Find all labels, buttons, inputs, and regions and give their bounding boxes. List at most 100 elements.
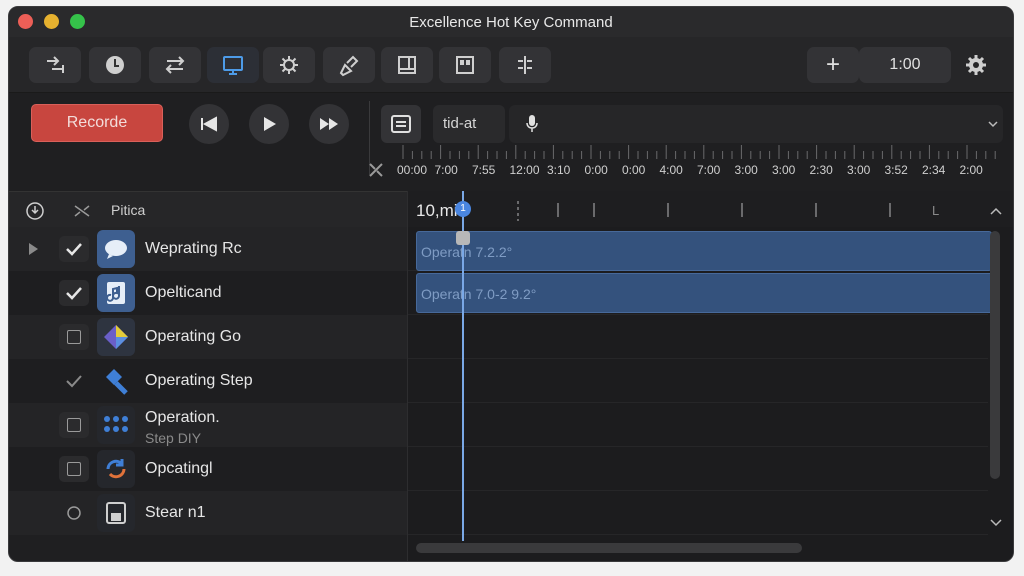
window-icon — [398, 56, 416, 74]
duration-field[interactable]: 1:00 — [859, 47, 951, 83]
track-thumbnail — [97, 494, 135, 532]
time-ruler: 00:00 7:00 7:55 12:00 3:10 0:00 0:00 4:00 7:00 3:… — [397, 163, 997, 179]
record-button[interactable]: Recorde — [31, 104, 163, 142]
chevron-down-icon[interactable] — [987, 120, 999, 128]
checkmark-icon — [66, 375, 82, 388]
track-checkbox[interactable] — [59, 236, 89, 262]
plus-icon: + — [825, 51, 840, 78]
shuffle-icon[interactable] — [73, 202, 91, 220]
track-row[interactable]: Weprating Rc — [9, 227, 407, 271]
info-icon[interactable] — [25, 201, 45, 221]
timeline-lane — [408, 491, 988, 535]
play-icon — [264, 117, 276, 131]
ruler-label: 12:00 — [509, 163, 540, 177]
track-row[interactable]: Opelticand — [9, 271, 407, 315]
timeline-lane — [408, 359, 988, 403]
timeline-clip[interactable]: Operatn 7.0-2 9.2° — [416, 273, 994, 313]
window-button[interactable] — [381, 47, 433, 83]
ruler-label: 4:00 — [659, 163, 683, 177]
pen-button[interactable] — [323, 47, 375, 83]
track-label: Weprating Rc — [145, 240, 242, 257]
expand-toggle[interactable] — [23, 239, 43, 259]
vertical-scrollbar[interactable] — [990, 231, 1000, 479]
snap-icon[interactable] — [367, 161, 385, 179]
timeline-panel: 10,mi L Operatn 7.2.2° Operatn 7.0-2 9.2… — [407, 191, 1013, 561]
track-row[interactable]: Operation. Step DIY — [9, 403, 407, 447]
ruler-label: 00:00 — [397, 163, 428, 177]
voice-command-field[interactable] — [509, 105, 1003, 143]
track-checkbox[interactable] — [59, 324, 89, 350]
track-checkbox[interactable] — [59, 280, 89, 306]
import-button[interactable] — [29, 47, 81, 83]
checkmark-icon — [66, 243, 82, 256]
timeline-header: 10,mi L — [408, 191, 1013, 227]
play-button[interactable] — [249, 104, 289, 144]
track-list: Weprating Rc Opelticand Operating Go Ope… — [9, 227, 407, 561]
timeline-lane: Operatn 7.2.2° — [408, 227, 992, 271]
track-row[interactable]: Operating Step — [9, 359, 407, 403]
timeline-lane — [408, 447, 988, 491]
ruler-label: 3:52 — [884, 163, 908, 177]
swap-button[interactable] — [149, 47, 201, 83]
monitor-button[interactable] — [207, 47, 259, 83]
ruler-label: 7:00 — [434, 163, 458, 177]
search-input[interactable]: tid-at — [433, 105, 505, 143]
end-marker: L — [932, 203, 940, 218]
track-row[interactable]: Stear n1 — [9, 491, 407, 535]
empty-checkbox-box — [67, 462, 81, 476]
clock-button[interactable] — [89, 47, 141, 83]
gear-bug-icon — [280, 56, 298, 74]
loop-icon — [67, 506, 81, 520]
fast-forward-icon — [320, 118, 338, 130]
fast-forward-button[interactable] — [309, 104, 349, 144]
ruler-label: 3:00 — [847, 163, 871, 177]
playhead-marker[interactable] — [456, 231, 470, 245]
track-label: Stear n1 — [145, 504, 206, 521]
transport-bar: Recorde tid-at 00:00 7:00 7:55 12:00 3:10 0:0… — [9, 93, 1013, 191]
ruler-label: 3:10 — [547, 163, 571, 177]
grid-button[interactable] — [439, 47, 491, 83]
track-checkbox[interactable] — [59, 368, 89, 394]
chevron-up-icon[interactable] — [988, 203, 1004, 219]
track-sublabel: Step DIY — [145, 430, 202, 446]
timeline-lanes: Operatn 7.2.2° Operatn 7.0-2 9.2° — [408, 227, 1013, 543]
checkmark-icon — [66, 287, 82, 300]
chevron-down-icon[interactable] — [988, 515, 1004, 531]
swap-icon — [165, 56, 185, 74]
ruler-label: 2:34 — [922, 163, 946, 177]
track-row[interactable]: Opcatingl — [9, 447, 407, 491]
track-label: Operating Step — [145, 372, 253, 389]
playhead-handle[interactable]: 1 — [455, 201, 471, 217]
align-button[interactable] — [499, 47, 551, 83]
track-checkbox[interactable] — [59, 456, 89, 482]
settings-button[interactable] — [955, 47, 997, 83]
skip-back-button[interactable] — [189, 104, 229, 144]
main-toolbar: + 1:00 — [9, 37, 1013, 93]
timeline-ticks — [517, 201, 891, 221]
debug-button[interactable] — [263, 47, 315, 83]
track-list-header: Pitica — [9, 191, 407, 227]
window-title: Excellence Hot Key Command — [409, 14, 613, 31]
track-thumbnail — [97, 230, 135, 268]
grid-icon — [456, 56, 474, 74]
add-button[interactable]: + — [807, 47, 859, 83]
track-row[interactable]: Operating Go — [9, 315, 407, 359]
monitor-icon — [223, 56, 243, 75]
horizontal-scrollbar[interactable] — [416, 543, 802, 553]
document-button[interactable] — [381, 105, 421, 143]
chat-bubble-icon — [105, 240, 127, 259]
import-icon — [47, 56, 64, 73]
track-thumbnail — [97, 362, 135, 400]
ruler-label: 2:00 — [959, 163, 983, 177]
track-checkbox[interactable] — [59, 412, 89, 438]
align-icon — [518, 56, 532, 74]
hammer-icon — [106, 369, 128, 395]
save-disk-icon — [106, 502, 126, 524]
empty-checkbox-box — [67, 330, 81, 344]
gear-icon — [966, 55, 986, 75]
ruler-label: 3:00 — [734, 163, 758, 177]
timeline-clip[interactable]: Operatn 7.2.2° — [416, 231, 992, 271]
ruler-label: 0:00 — [622, 163, 646, 177]
track-checkbox[interactable] — [59, 500, 89, 526]
timeline-lane — [408, 403, 988, 447]
